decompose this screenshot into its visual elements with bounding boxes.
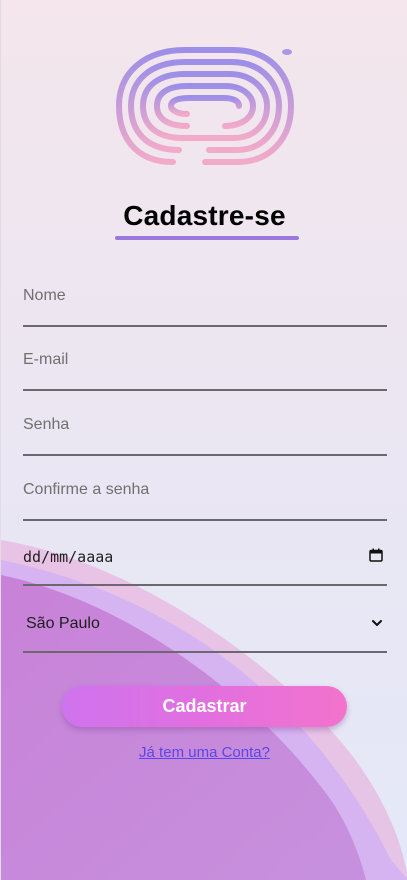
title-container: Cadastre-se [1,200,407,232]
state-selected-value: São Paulo [26,615,100,632]
maze-logo-icon [115,47,295,165]
email-placeholder: E-mail [23,351,69,368]
state-select[interactable]: São Paulo [23,613,387,653]
register-button[interactable]: Cadastrar [62,686,347,727]
email-field[interactable]: E-mail [23,351,387,391]
app-frame: Cadastre-se Nome E-mail Senha Confirme a… [0,0,407,880]
login-link[interactable]: Já tem uma Conta? [1,744,407,761]
confirm-password-field[interactable]: Confirme a senha [23,481,387,521]
page-title: Cadastre-se [123,200,286,231]
title-underline [115,236,299,240]
calendar-icon[interactable] [369,548,383,562]
chevron-down-icon [372,620,382,626]
name-field[interactable]: Nome [23,287,387,327]
date-placeholder: dd/mm/aaaa [23,548,114,566]
birthdate-field[interactable]: dd/mm/aaaa [23,546,387,586]
name-placeholder: Nome [23,287,66,304]
password-placeholder: Senha [23,416,70,433]
confirm-password-placeholder: Confirme a senha [23,481,150,498]
password-field[interactable]: Senha [23,416,387,456]
